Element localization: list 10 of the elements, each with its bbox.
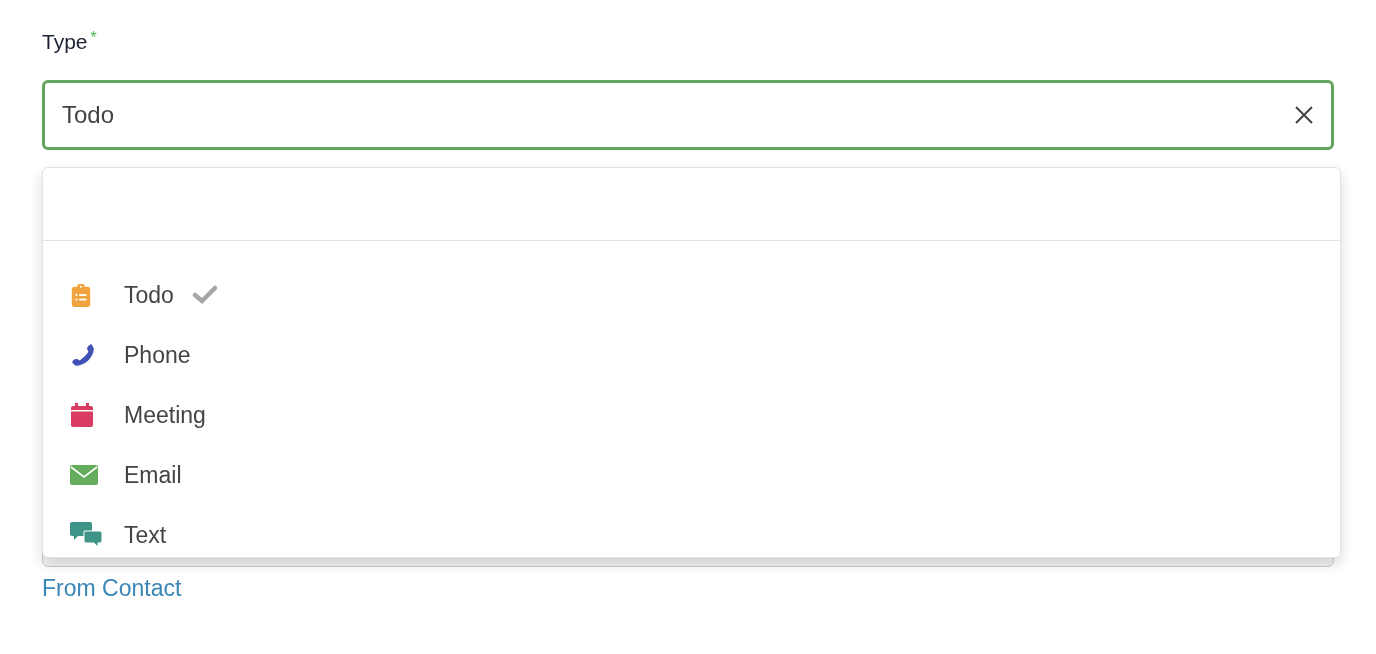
from-contact-link[interactable]: From Contact: [42, 575, 182, 601]
required-mark: *: [90, 28, 97, 48]
option-item[interactable]: Email: [43, 445, 1340, 505]
field-label: Type: [42, 29, 88, 55]
option-item[interactable]: Meeting: [43, 385, 1340, 445]
close-icon[interactable]: [1294, 105, 1314, 125]
option-item[interactable]: Text: [43, 505, 1340, 565]
option-item[interactable]: Todo: [43, 265, 1340, 325]
type-select[interactable]: Todo: [42, 80, 1334, 150]
option-item[interactable]: Phone: [43, 325, 1340, 385]
